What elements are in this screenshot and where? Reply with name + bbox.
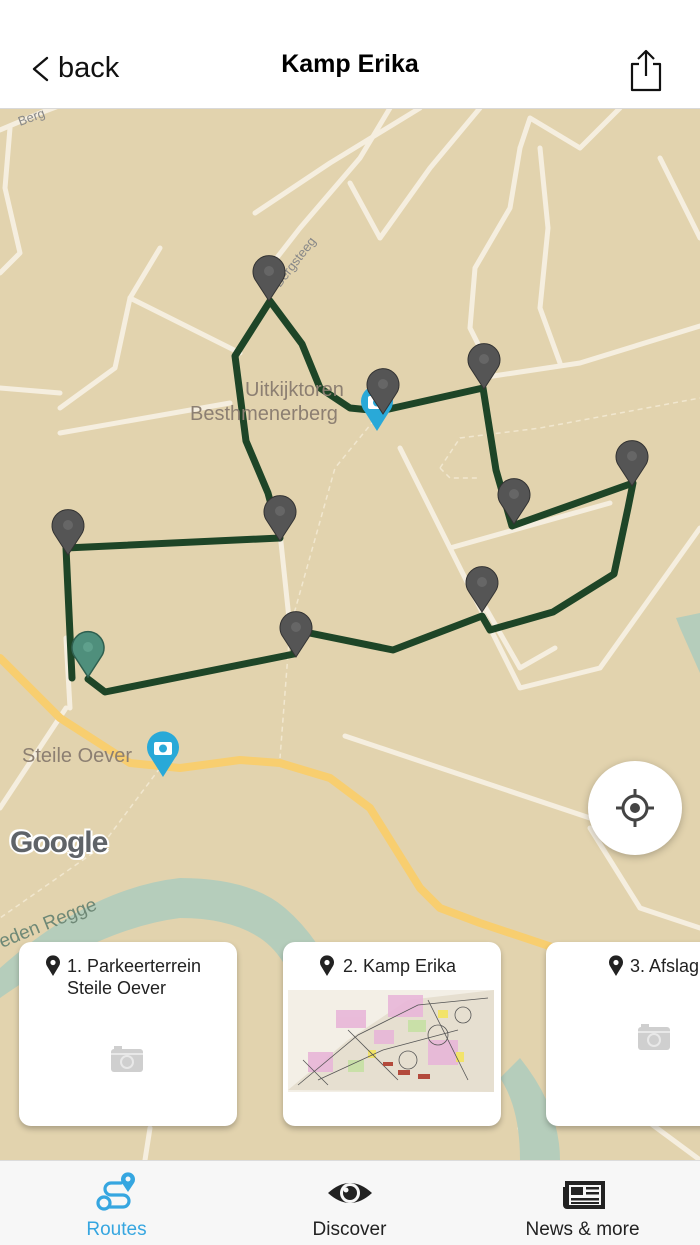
bottom-tab-bar: Routes Discover News & more	[0, 1160, 700, 1245]
waypoint-marker[interactable]	[464, 565, 500, 613]
share-button[interactable]	[626, 48, 666, 94]
start-marker[interactable]	[70, 630, 106, 678]
share-icon	[630, 49, 662, 92]
photo-placeholder-icon	[638, 1024, 670, 1050]
tab-routes[interactable]: Routes	[0, 1161, 233, 1245]
road-label-berg: Berg	[16, 108, 47, 129]
tab-label: News & more	[525, 1219, 640, 1240]
waypoint-marker[interactable]	[614, 439, 650, 487]
tab-label: Routes	[86, 1219, 147, 1240]
waypoint-marker[interactable]	[365, 367, 401, 415]
waypoint-marker[interactable]	[50, 508, 86, 556]
google-attribution: Google	[10, 826, 108, 859]
location-pin-icon	[609, 955, 623, 976]
tab-discover[interactable]: Discover	[233, 1161, 466, 1245]
newspaper-icon	[562, 1181, 605, 1209]
waypoint-marker[interactable]	[496, 477, 532, 525]
stop-card-3[interactable]: 3. Afslag	[546, 942, 700, 1126]
location-pin-icon	[320, 955, 334, 976]
waypoint-marker[interactable]	[262, 494, 298, 542]
eye-icon	[327, 1183, 372, 1203]
waypoint-marker[interactable]	[251, 254, 287, 302]
poi-label-tower: Uitkijktoren Besthmenerberg	[190, 379, 344, 425]
stop-card-1[interactable]: 1. Parkeerterrein Steile Oever	[19, 942, 237, 1126]
stop-card-title: 1. Parkeerterrein Steile Oever	[67, 956, 202, 998]
waypoint-marker[interactable]	[278, 610, 314, 658]
stop-card-title: 2. Kamp Erika	[343, 956, 457, 976]
poi-label-steile-oever: Steile Oever	[22, 745, 133, 767]
page-title: Kamp Erika	[281, 50, 419, 78]
route-icon	[95, 1172, 135, 1211]
top-navigation-bar: back Kamp Erika	[0, 0, 700, 109]
route-map[interactable]: Berg Bergsteeg eden Regge Uitkijktoren B…	[0, 108, 700, 1160]
tab-news[interactable]: News & more	[466, 1161, 699, 1245]
camera-poi-marker[interactable]	[145, 730, 181, 778]
historic-map-thumbnail	[288, 990, 494, 1092]
my-location-button[interactable]	[588, 761, 682, 855]
waypoint-marker[interactable]	[466, 342, 502, 390]
location-pin-icon	[46, 955, 60, 976]
tab-label: Discover	[312, 1219, 387, 1240]
crosshair-icon	[616, 789, 654, 827]
stop-card-2[interactable]: 2. Kamp Erika	[283, 942, 501, 1126]
photo-placeholder-icon	[111, 1046, 143, 1072]
